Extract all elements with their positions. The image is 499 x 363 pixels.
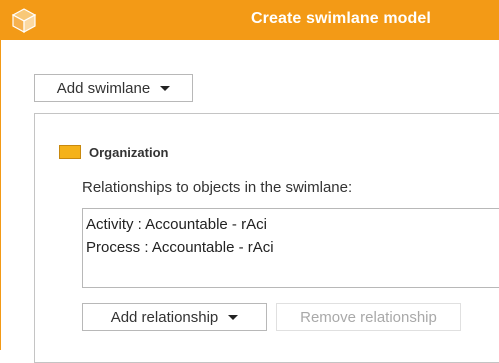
add-relationship-label: Add relationship <box>110 308 219 326</box>
caret-down-icon <box>160 85 171 91</box>
relationships-list[interactable]: Activity : Accountable - rAci Process : … <box>82 208 499 288</box>
remove-relationship-button[interactable]: Remove relationship <box>276 303 461 331</box>
add-relationship-button[interactable]: Add relationship <box>82 303 267 331</box>
list-item[interactable]: Activity : Accountable - rAci <box>86 213 499 236</box>
title-bar: Create swimlane model <box>0 0 499 40</box>
cube-icon <box>11 8 37 33</box>
relationships-label: Relationships to objects in the swimlane… <box>82 179 353 196</box>
add-swimlane-button[interactable]: Add swimlane <box>34 74 193 102</box>
swimlane-color-swatch <box>59 145 81 159</box>
add-swimlane-label: Add swimlane <box>56 79 151 97</box>
window-title: Create swimlane model <box>251 10 431 27</box>
list-item[interactable]: Process : Accountable - rAci <box>86 236 499 259</box>
swimlane-name: Organization <box>89 145 169 160</box>
caret-down-icon <box>228 314 239 320</box>
remove-relationship-label: Remove relationship <box>300 308 437 326</box>
